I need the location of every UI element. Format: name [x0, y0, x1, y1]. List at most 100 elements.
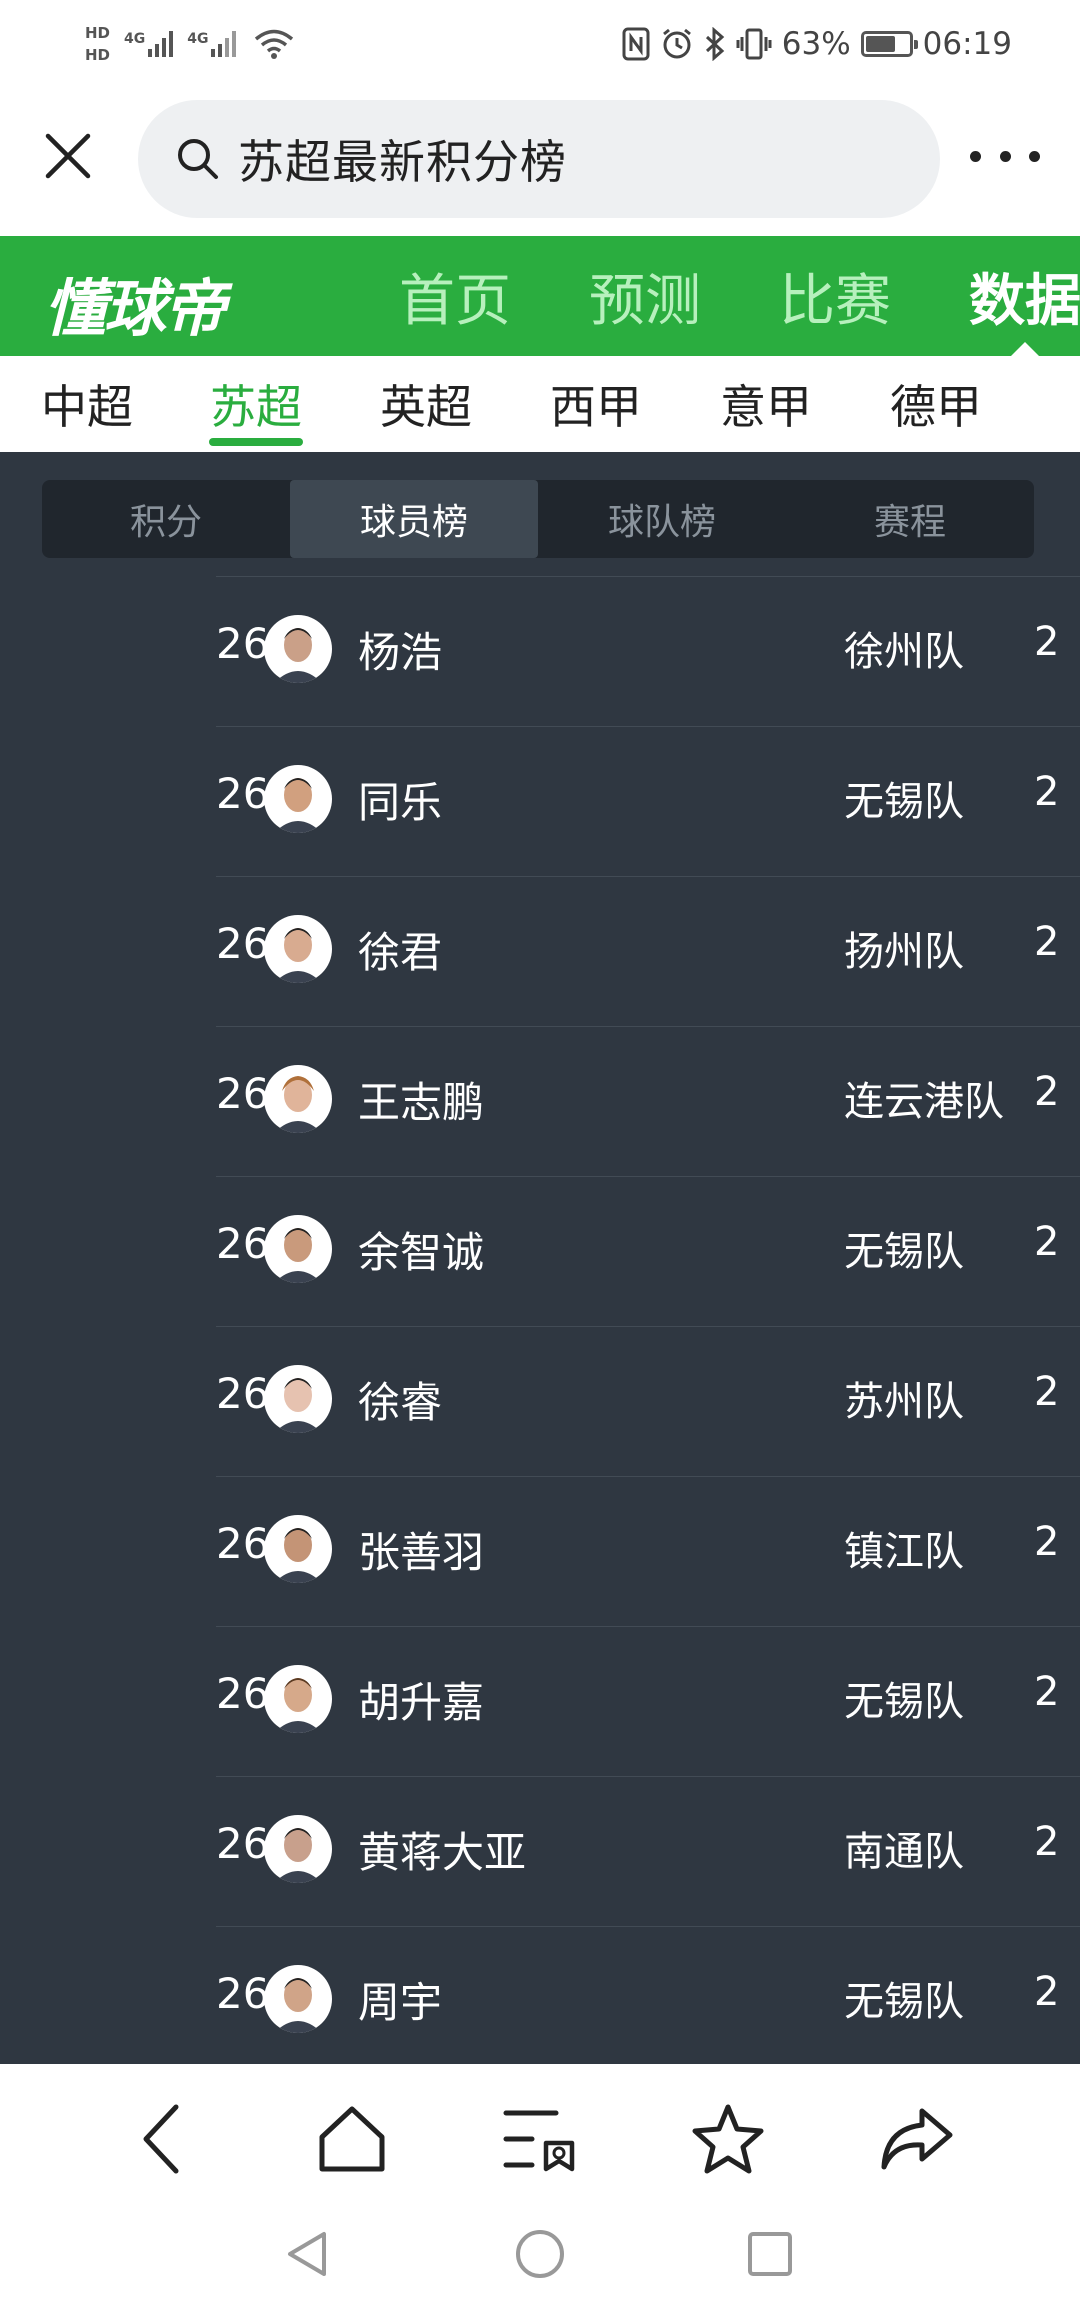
bookmarks-button[interactable] — [495, 2094, 585, 2184]
table-row[interactable]: 26 杨浩 徐州队 2 — [216, 576, 1080, 726]
player-name: 王志鹏 — [358, 1078, 485, 1127]
share-button[interactable] — [871, 2094, 961, 2184]
stats-segment-control: 积分 球员榜 球队榜 赛程 — [42, 480, 1034, 558]
search-row: 苏超最新积分榜 — [0, 88, 1080, 236]
player-name: 同乐 — [358, 778, 443, 827]
table-row[interactable]: 26 胡升嘉 无锡队 2 — [216, 1626, 1080, 1776]
avatar — [264, 615, 332, 683]
player-team: 无锡队 — [844, 1229, 964, 1275]
table-row[interactable]: 26 王志鹏 连云港队 2 — [216, 1026, 1080, 1176]
player-goals: 2 — [1034, 769, 1060, 815]
nav-recents-icon[interactable] — [740, 2224, 800, 2284]
player-name: 胡升嘉 — [358, 1678, 485, 1727]
player-name: 杨浩 — [358, 628, 443, 677]
player-rank: 26 — [216, 769, 270, 818]
avatar — [264, 1665, 332, 1733]
player-team: 苏州队 — [844, 1379, 964, 1425]
table-row[interactable]: 26 徐睿 苏州队 2 — [216, 1326, 1080, 1476]
league-tab-bundesliga[interactable]: 德甲 — [861, 356, 1011, 452]
vibrate-icon — [736, 28, 772, 60]
app-logo[interactable]: 懂球帝 — [44, 258, 226, 348]
table-row[interactable]: 26 余智诚 无锡队 2 — [216, 1176, 1080, 1326]
player-rank: 26 — [216, 1819, 270, 1868]
player-team: 无锡队 — [844, 1979, 964, 2025]
player-goals: 2 — [1034, 1819, 1060, 1865]
player-goals: 2 — [1034, 1069, 1060, 1115]
segment-standings[interactable]: 积分 — [42, 480, 290, 558]
dot-icon — [999, 150, 1011, 162]
player-name: 张善羽 — [358, 1528, 485, 1577]
league-tab-csl[interactable]: 中超 — [12, 356, 162, 452]
avatar — [264, 1515, 332, 1583]
avatar — [264, 1215, 332, 1283]
search-icon — [178, 139, 218, 179]
signal-1: 4G — [124, 31, 174, 57]
avatar — [264, 765, 332, 833]
stats-content[interactable]: 积分 球员榜 球队榜 赛程 26 杨浩 徐州队 2 26 同乐 无锡队 2 26… — [0, 452, 1080, 2064]
hd-badge-1: HD — [85, 24, 111, 42]
favorite-button[interactable] — [683, 2094, 773, 2184]
nav-tab-data[interactable]: 数据 — [930, 236, 1080, 356]
nav-tab-home[interactable]: 首页 — [360, 236, 550, 356]
player-name: 徐君 — [358, 928, 443, 977]
dot-icon — [970, 150, 981, 162]
table-row[interactable]: 26 张善羽 镇江队 2 — [216, 1476, 1080, 1626]
network-type-1: 4G — [124, 31, 146, 47]
home-button[interactable] — [307, 2094, 397, 2184]
player-name: 黄蒋大亚 — [358, 1828, 527, 1877]
more-options-button[interactable] — [970, 128, 1040, 184]
main-nav: 首页 预测 比赛 数据 — [360, 236, 1080, 356]
avatar — [264, 1815, 332, 1883]
nav-tab-matches[interactable]: 比赛 — [740, 236, 930, 356]
avatar — [264, 1065, 332, 1133]
segment-schedule[interactable]: 赛程 — [786, 480, 1034, 558]
player-team: 镇江队 — [844, 1529, 964, 1575]
share-icon — [881, 2108, 953, 2170]
hd-indicators: HD HD — [85, 23, 110, 65]
clock: 06:19 — [922, 26, 1012, 62]
favorite-star-icon — [692, 2104, 764, 2174]
battery-percent: 63% — [781, 26, 851, 62]
league-tab-epl[interactable]: 英超 — [351, 356, 501, 452]
dot-icon — [1029, 150, 1040, 162]
signal-bars-icon — [211, 31, 237, 57]
player-team: 连云港队 — [844, 1079, 1004, 1125]
league-tab-ligue1[interactable]: 法 — [1031, 356, 1080, 452]
table-row[interactable]: 26 徐君 扬州队 2 — [216, 876, 1080, 1026]
table-row[interactable]: 26 黄蒋大亚 南通队 2 — [216, 1776, 1080, 1926]
avatar — [264, 1965, 332, 2033]
segment-players[interactable]: 球员榜 — [290, 480, 538, 558]
player-team: 南通队 — [844, 1829, 964, 1875]
avatar — [264, 1365, 332, 1433]
close-icon[interactable] — [40, 128, 96, 184]
nav-home-icon[interactable] — [510, 2224, 570, 2284]
search-input[interactable]: 苏超最新积分榜 — [138, 100, 940, 218]
league-tabs: 中超 苏超 英超 西甲 意甲 德甲 法 — [0, 356, 1080, 452]
bluetooth-icon — [705, 27, 724, 61]
player-goals: 2 — [1034, 1669, 1060, 1715]
player-rank: 26 — [216, 1069, 270, 1118]
nav-back-icon[interactable] — [278, 2224, 338, 2284]
battery-icon — [860, 31, 918, 57]
player-name: 徐睿 — [358, 1378, 443, 1427]
player-rank: 26 — [216, 1219, 270, 1268]
table-row[interactable]: 26 同乐 无锡队 2 — [216, 726, 1080, 876]
brand-header: 懂球帝 首页 预测 比赛 数据 — [0, 236, 1080, 356]
player-team: 扬州队 — [844, 929, 964, 975]
league-tab-laliga[interactable]: 西甲 — [521, 356, 671, 452]
back-button[interactable] — [119, 2094, 209, 2184]
table-row[interactable]: 26 周宇 无锡队 2 — [216, 1926, 1080, 2064]
search-query: 苏超最新积分榜 — [238, 135, 567, 189]
league-tab-jiangsu[interactable]: 苏超 — [181, 356, 331, 452]
league-tab-seriea[interactable]: 意甲 — [691, 356, 841, 452]
player-rank: 26 — [216, 1519, 270, 1568]
alarm-icon — [662, 28, 691, 59]
player-name: 周宇 — [358, 1978, 443, 2027]
nav-tab-predict[interactable]: 预测 — [550, 236, 740, 356]
player-rank: 26 — [216, 619, 270, 668]
hd-badge-2: HD — [85, 46, 111, 64]
nfc-icon — [622, 27, 650, 61]
segment-teams[interactable]: 球队榜 — [538, 480, 786, 558]
bookmarks-list-icon — [503, 2110, 575, 2172]
signal-bars-icon — [148, 31, 174, 57]
